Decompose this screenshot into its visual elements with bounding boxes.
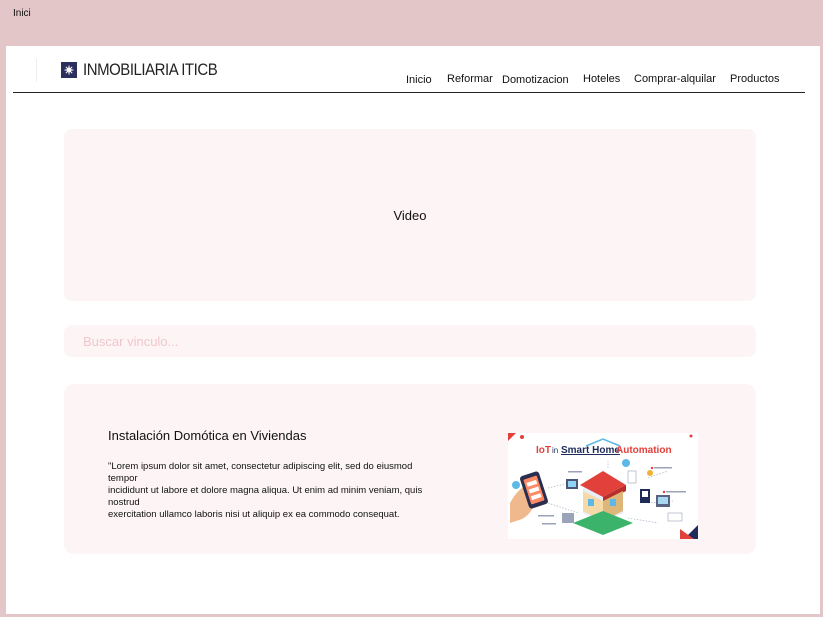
nav-item-domotizacion[interactable]: Domotizacion	[502, 74, 569, 86]
nav-item-productos[interactable]: Productos	[730, 73, 780, 85]
iot-smart-home-image: IoT in Smart Home Automation	[508, 433, 698, 539]
image-title-smart-home: Smart Home	[561, 445, 620, 456]
page-frame: INMOBILIARIA ITICB Inicio Reformar Domot…	[6, 46, 820, 614]
content-card: Instalación Domótica en Viviendas "Lorem…	[64, 384, 756, 554]
logo-divider	[36, 58, 37, 82]
search-input[interactable]	[64, 325, 756, 357]
image-title-iot: IoT	[536, 445, 551, 456]
page-label: Inici	[13, 8, 31, 19]
card-body-line: incididunt ut labore et dolore magna ali…	[108, 485, 423, 508]
nav-item-reformar[interactable]: Reformar	[447, 73, 493, 85]
video-label: Video	[393, 207, 427, 223]
video-player[interactable]: Video	[64, 129, 756, 301]
image-title-in: in	[552, 446, 558, 455]
brand-mark-icon	[61, 62, 77, 78]
brand-logo[interactable]: INMOBILIARIA ITICB	[61, 60, 236, 80]
image-title-automation: Automation	[616, 445, 672, 456]
card-body: "Lorem ipsum dolor sit amet, consectetur…	[108, 461, 438, 521]
card-body-line: "Lorem ipsum dolor sit amet, consectetur…	[108, 461, 413, 484]
nav-item-comprar-alquilar[interactable]: Comprar-alquilar	[634, 73, 716, 85]
brand-name: INMOBILIARIA ITICB	[83, 60, 218, 79]
card-body-line: exercitation ullamco laboris nisi ut ali…	[108, 509, 400, 520]
nav-item-inicio[interactable]: Inicio	[406, 74, 432, 86]
card-title: Instalación Domótica en Viviendas	[108, 428, 307, 443]
nav-item-hoteles[interactable]: Hoteles	[583, 73, 620, 85]
header-divider	[13, 92, 805, 93]
